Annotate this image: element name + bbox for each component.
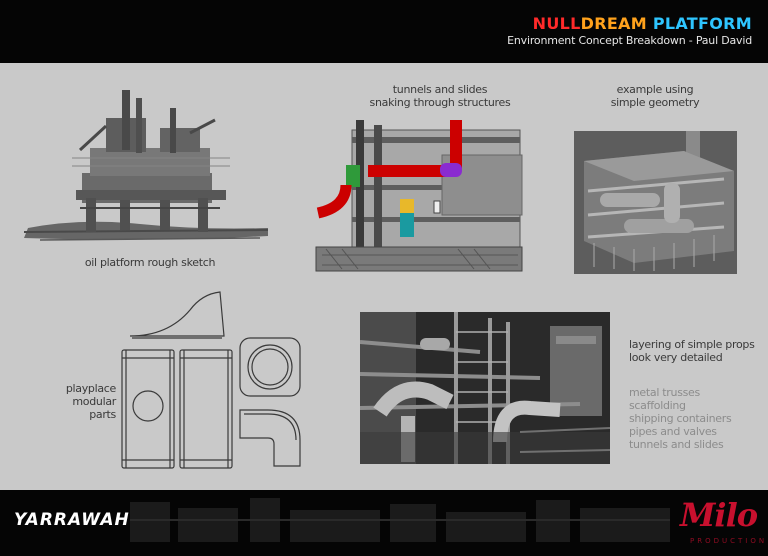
- tunnels-label-line2: snaking through structures: [369, 96, 511, 109]
- props-list-item: scaffolding: [629, 399, 686, 412]
- layering-label-line2: look very detailed: [629, 351, 723, 364]
- title-word-null: NULL: [532, 14, 581, 33]
- layering-label-line1: layering of simple props: [629, 338, 755, 351]
- props-list-item: shipping containers: [629, 412, 732, 425]
- sheet-subtitle: Environment Concept Breakdown - Paul Dav…: [507, 34, 752, 47]
- playplace-label-line2: modular: [72, 395, 116, 408]
- yarrawah-logo: YARRAWAH: [14, 510, 130, 530]
- title-block: NULLDREAM PLATFORM Environment Concept B…: [507, 15, 752, 48]
- oil-platform-sketch: [23, 90, 269, 241]
- title-word-dream: DREAM: [580, 14, 647, 33]
- geometry-label-line2: simple geometry: [610, 96, 700, 109]
- playplace-label-line3: parts: [89, 408, 116, 421]
- props-list-item: tunnels and slides: [629, 438, 724, 451]
- playplace-label-line1: playplace: [65, 382, 116, 395]
- geometry-label-line1: example using: [616, 83, 694, 96]
- oil-sketch-label: oil platform rough sketch: [84, 256, 216, 269]
- concept-sheet: NULLDREAM PLATFORM Environment Concept B…: [0, 0, 768, 556]
- title-word-platform: PLATFORM: [652, 14, 752, 33]
- simple-geometry-render: [574, 131, 737, 274]
- sheet-title: NULLDREAM PLATFORM: [507, 15, 752, 33]
- props-list-item: pipes and valves: [629, 425, 717, 438]
- modular-parts-sketch: [121, 291, 301, 469]
- milo-logo-subtext: PRODUCTION: [690, 537, 768, 545]
- header-band: NULLDREAM PLATFORM Environment Concept B…: [0, 0, 768, 63]
- props-list-item: metal trusses: [629, 386, 700, 399]
- layered-props-render: [360, 312, 610, 464]
- tunnels-label-line1: tunnels and slides: [392, 83, 488, 96]
- tunnels-slides-diagram: [315, 120, 523, 272]
- milo-logo: Milo: [680, 496, 758, 534]
